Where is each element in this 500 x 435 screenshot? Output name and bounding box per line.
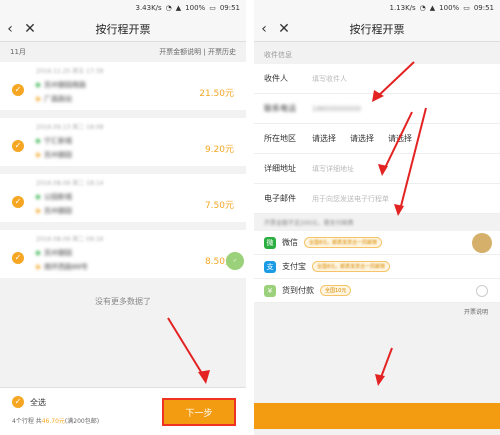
trip-date: 2016.08.09 周二 09:16 [36, 236, 104, 243]
recipient-label: 收件人 [264, 74, 288, 83]
signal-icon: ▲ [175, 4, 182, 12]
section-label: 收件信息 [264, 51, 292, 59]
payment-radio[interactable] [476, 285, 488, 297]
payment-tag: 全国8元，邮费发票合一同邮寄 [312, 261, 391, 272]
trip-date: 2016.11.25 周五 17:39 [36, 68, 104, 75]
back-icon[interactable]: ‹ [254, 21, 274, 37]
trip-origin: 公园新城 [36, 192, 72, 202]
next-button[interactable]: 下一步 [162, 398, 236, 426]
wifi-icon: ◔ [419, 4, 426, 12]
trip-destination: 苏州御园 [36, 206, 72, 216]
select-all[interactable]: ✓ 全选 [12, 396, 46, 408]
avatar [472, 233, 492, 253]
discount-badge-icon: ✓ [226, 252, 244, 270]
alipay-icon: 支 [264, 260, 276, 273]
no-more-data: 没有更多数据了 [95, 297, 151, 306]
battery-level: 100% [185, 4, 206, 12]
select-all-label: 全选 [30, 397, 46, 407]
payment-label: 货到付款 [282, 286, 314, 295]
province-select[interactable]: 请选择 [312, 133, 336, 144]
status-bar: 3.43K/s ◔ ▲ 100% ▭ 09:51 [0, 0, 246, 16]
address-input[interactable]: 填写详细地址 [312, 164, 354, 174]
trip-destination: 苏州御园 [36, 150, 72, 160]
trip-item[interactable]: 2016.08.09 周二 09:16 ✓ 苏州御园 南环西路88号 8.50元… [0, 230, 246, 286]
trip-origin: 宁汇新城 [36, 136, 72, 146]
payment-option-wechat[interactable]: 微 微信 全国8元，邮费发票合一同邮寄 [254, 231, 500, 255]
recipient-row: 收件人 填写收件人 [254, 64, 500, 94]
trip-origin: 苏州御园南路 [36, 80, 86, 90]
signal-icon: ▲ [429, 4, 436, 12]
clock: 09:51 [219, 4, 240, 12]
region-label: 所在地区 [264, 134, 296, 143]
phone-input[interactable]: 18600000000 [312, 105, 361, 113]
submit-button[interactable] [254, 403, 500, 429]
payment-tag: 全国10元 [320, 285, 352, 296]
payment-label: 微信 [282, 238, 298, 247]
payment-option-alipay[interactable]: 支 支付宝 全国8元，邮费发票合一同邮寄 [254, 255, 500, 279]
left-screen: 3.43K/s ◔ ▲ 100% ▭ 09:51 ‹ ✕ 按行程开票 11月 开… [0, 0, 246, 435]
clock: 09:51 [473, 4, 494, 12]
network-speed: 1.13K/s [389, 4, 416, 12]
phone-row: 联系电话 18600000000 [254, 94, 500, 124]
recipient-input[interactable]: 填写收件人 [312, 74, 347, 84]
network-speed: 3.43K/s [135, 4, 162, 12]
trip-origin: 苏州御园 [36, 248, 72, 258]
close-icon[interactable]: ✕ [274, 21, 294, 37]
district-select[interactable]: 请选择 [388, 133, 412, 144]
total-amount: 46.70元 [41, 418, 65, 425]
wifi-icon: ◔ [165, 4, 172, 12]
bottom-bar: ✓ 全选 4个行程 共46.70元(满200包邮) 下一步 [0, 387, 246, 435]
checkmark-icon[interactable]: ✓ [12, 196, 24, 208]
checkmark-icon[interactable]: ✓ [12, 396, 24, 408]
trip-date: 2016.09.13 周二 18:08 [36, 124, 104, 131]
trip-price: 7.50元 [204, 201, 234, 211]
address-label: 详细地址 [264, 164, 296, 173]
postage-notice: 开票金额不足200元，需支付邮费 [264, 220, 354, 227]
month-label: 11月 [10, 48, 26, 56]
battery-icon: ▭ [209, 4, 216, 12]
trip-price: 9.20元 [204, 145, 234, 155]
email-row: 电子邮件 用于向您发送电子行程单 [254, 184, 500, 214]
wechat-icon: 微 [264, 236, 276, 249]
trip-summary: 4个行程 共46.70元(满200包邮) [12, 418, 100, 425]
checkmark-icon[interactable]: ✓ [12, 84, 24, 96]
payment-label: 支付宝 [282, 262, 306, 271]
right-screen: 1.13K/s ◔ ▲ 100% ▭ 09:51 ‹ ✕ 按行程开票 收件信息 … [254, 0, 500, 435]
trip-date: 2016.08.09 周二 18:14 [36, 180, 104, 187]
cash-icon: ¥ [264, 284, 276, 297]
battery-icon: ▭ [463, 4, 470, 12]
trip-destination: 广昌路站 [36, 94, 72, 104]
close-icon[interactable]: ✕ [20, 21, 40, 37]
phone-label: 联系电话 [264, 104, 296, 113]
payment-option-cod[interactable]: ¥ 货到付款 全国10元 [254, 279, 500, 303]
month-header: 11月 开票金额说明 | 开票历史 [0, 42, 246, 62]
checkmark-icon[interactable]: ✓ [12, 140, 24, 152]
invoice-links[interactable]: 开票金额说明 | 开票历史 [159, 47, 236, 57]
region-row: 所在地区 请选择 请选择 请选择 [254, 124, 500, 154]
back-icon[interactable]: ‹ [0, 21, 20, 37]
payment-tag: 全国8元，邮费发票合一同邮寄 [304, 237, 383, 248]
trip-item[interactable]: 2016.09.13 周二 18:08 ✓ 宁汇新城 苏州御园 9.20元 [0, 118, 246, 174]
address-row: 详细地址 填写详细地址 [254, 154, 500, 184]
battery-level: 100% [439, 4, 460, 12]
trip-destination: 南环西路88号 [36, 262, 88, 272]
checkmark-icon[interactable]: ✓ [12, 252, 24, 264]
invoice-note-link[interactable]: 开票说明 [254, 303, 500, 320]
email-label: 电子邮件 [264, 194, 296, 203]
nav-bar: ‹ ✕ 按行程开票 [254, 16, 500, 42]
nav-bar: ‹ ✕ 按行程开票 [0, 16, 246, 42]
trip-item[interactable]: 2016.08.09 周二 18:14 ✓ 公园新城 苏州御园 7.50元 [0, 174, 246, 230]
city-select[interactable]: 请选择 [350, 133, 374, 144]
trip-price: 21.50元 [199, 89, 234, 99]
email-input[interactable]: 用于向您发送电子行程单 [312, 194, 389, 204]
trip-item[interactable]: 2016.11.25 周五 17:39 ✓ 苏州御园南路 广昌路站 21.50元 [0, 62, 246, 118]
status-bar: 1.13K/s ◔ ▲ 100% ▭ 09:51 [254, 0, 500, 16]
